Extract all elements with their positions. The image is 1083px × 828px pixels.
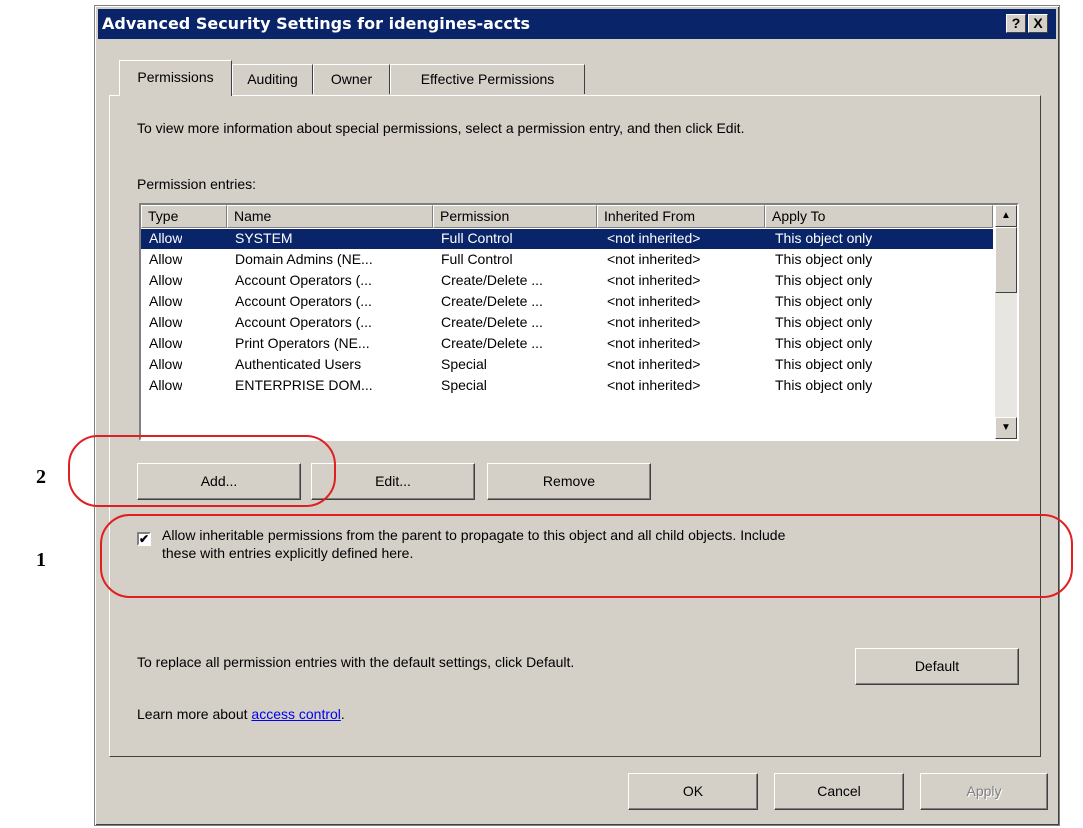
tab-permissions[interactable]: Permissions [119,60,232,96]
apply-button[interactable]: Apply [920,773,1048,810]
cell-type: Allow [149,272,183,288]
cell-name: Account Operators (... [235,314,372,330]
cell-permission: Create/Delete ... [441,272,543,288]
cell-permission: Full Control [441,230,513,246]
learn-more-suffix: . [340,706,345,722]
cell-inherited: <not inherited> [607,356,701,372]
cell-inherited: <not inherited> [607,377,701,393]
scroll-thumb[interactable] [995,227,1017,293]
scroll-down-icon[interactable]: ▼ [995,417,1017,439]
table-row[interactable]: Allow Account Operators (... Create/Dele… [141,313,993,333]
cell-permission: Special [441,377,487,393]
cell-inherited: <not inherited> [607,251,701,267]
tab-owner[interactable]: Owner [313,64,390,94]
cell-type: Allow [149,356,183,372]
cell-permission: Create/Delete ... [441,293,543,309]
cell-apply-to: This object only [775,314,873,330]
cell-apply-to: This object only [775,272,873,288]
cell-permission: Special [441,356,487,372]
cell-permission: Full Control [441,251,513,267]
window-title: Advanced Security Settings for idengines… [102,14,531,33]
vertical-scrollbar[interactable]: ▲ ▼ [995,205,1017,439]
access-control-link[interactable]: access control [251,706,340,722]
info-text: To view more information about special p… [137,120,745,136]
cell-name: Domain Admins (NE... [235,251,373,267]
cell-inherited: <not inherited> [607,272,701,288]
list-header: Type Name Permission Inherited From Appl… [141,205,993,228]
remove-button[interactable]: Remove [487,463,651,500]
cell-name: Account Operators (... [235,293,372,309]
cell-name: Print Operators (NE... [235,335,370,351]
cell-apply-to: This object only [775,335,873,351]
cell-apply-to: This object only [775,356,873,372]
table-row[interactable]: Allow ENTERPRISE DOM... Special <not inh… [141,376,993,396]
callout-number-2: 2 [36,466,46,488]
table-row[interactable]: Allow Print Operators (NE... Create/Dele… [141,334,993,354]
cell-name: ENTERPRISE DOM... [235,377,373,393]
default-info-text: To replace all permission entries with t… [137,654,575,670]
cell-permission: Create/Delete ... [441,314,543,330]
help-button[interactable]: ? [1006,14,1026,33]
cell-name: SYSTEM [235,230,293,246]
table-row[interactable]: Allow SYSTEM Full Control <not inherited… [141,229,993,249]
permission-entries-list[interactable]: Type Name Permission Inherited From Appl… [139,203,1019,441]
learn-more-text: Learn more about access control. [137,706,345,722]
column-permission[interactable]: Permission [433,205,597,228]
cell-apply-to: This object only [775,377,873,393]
cell-type: Allow [149,230,183,246]
cancel-button[interactable]: Cancel [774,773,904,810]
column-inherited-from[interactable]: Inherited From [597,205,765,228]
tab-auditing[interactable]: Auditing [232,64,313,94]
cell-inherited: <not inherited> [607,314,701,330]
close-button[interactable]: X [1028,14,1048,33]
tab-effective-permissions[interactable]: Effective Permissions [390,64,585,94]
callout-add-highlight [68,435,336,507]
ok-button[interactable]: OK [628,773,758,810]
column-type[interactable]: Type [141,205,227,228]
callout-number-1: 1 [36,549,46,571]
permission-entries-label: Permission entries: [137,176,257,192]
cell-type: Allow [149,314,183,330]
cell-type: Allow [149,335,183,351]
cell-name: Authenticated Users [235,356,362,372]
cell-type: Allow [149,251,183,267]
cell-inherited: <not inherited> [607,335,701,351]
table-row[interactable]: Allow Domain Admins (NE... Full Control … [141,250,993,270]
table-row-partial[interactable] [141,397,993,407]
column-apply-to[interactable]: Apply To [765,205,993,228]
title-bar[interactable]: Advanced Security Settings for idengines… [98,9,1056,39]
cell-apply-to: This object only [775,230,873,246]
default-button[interactable]: Default [855,648,1019,685]
cell-name: Account Operators (... [235,272,372,288]
scroll-up-icon[interactable]: ▲ [995,205,1017,227]
table-row[interactable]: Allow Account Operators (... Create/Dele… [141,271,993,291]
table-row[interactable]: Allow Authenticated Users Special <not i… [141,355,993,375]
cell-inherited: <not inherited> [607,230,701,246]
callout-inherit-highlight [100,514,1073,598]
cell-type: Allow [149,377,183,393]
cell-type: Allow [149,293,183,309]
cell-apply-to: This object only [775,293,873,309]
cell-apply-to: This object only [775,251,873,267]
learn-more-prefix: Learn more about [137,706,252,722]
column-name[interactable]: Name [227,205,433,228]
table-row[interactable]: Allow Account Operators (... Create/Dele… [141,292,993,312]
cell-permission: Create/Delete ... [441,335,543,351]
cell-inherited: <not inherited> [607,293,701,309]
